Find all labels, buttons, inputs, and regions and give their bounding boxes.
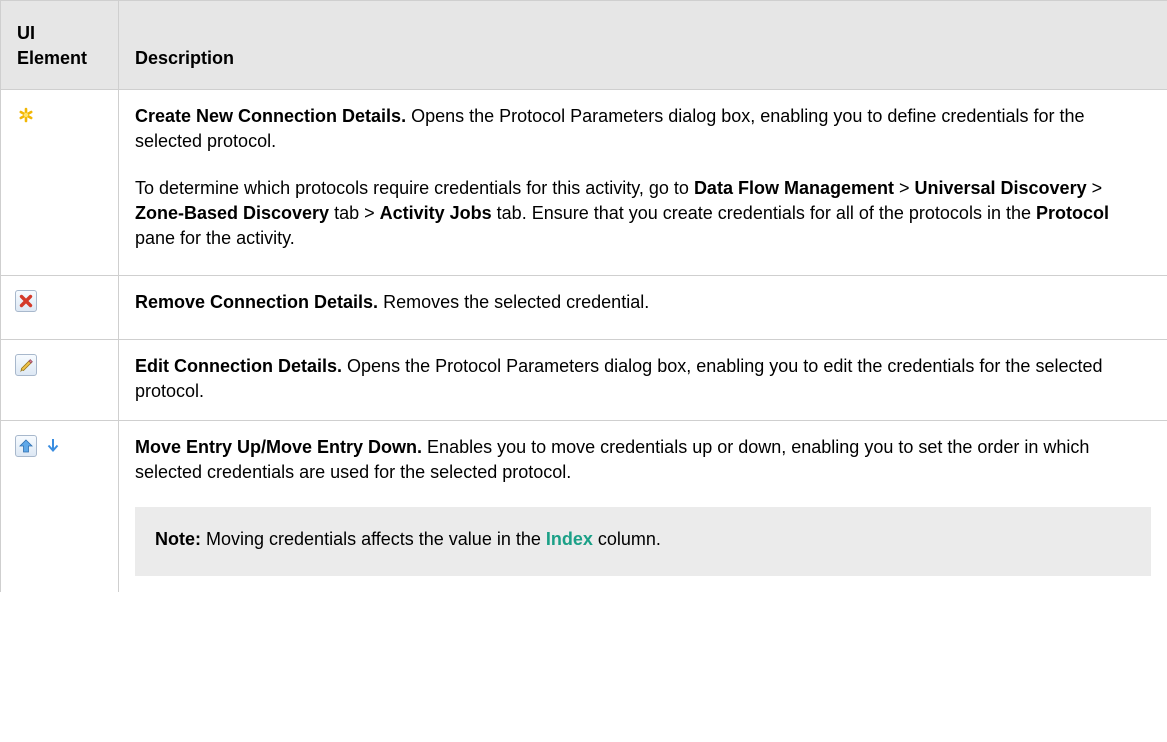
description-cell: Move Entry Up/Move Entry Down. Enables y… (118, 420, 1167, 592)
note-label: Note: (155, 529, 201, 549)
note-text: column. (592, 529, 661, 549)
icon-cell (0, 420, 119, 592)
bold-span: Activity Jobs (379, 203, 492, 223)
table-row: Create New Connection Details. Opens the… (0, 89, 1167, 276)
bold-span: Zone-Based Discovery (135, 203, 330, 223)
note-text: Moving credentials affects the value in … (201, 529, 546, 549)
text-span: pane for the activity. (135, 228, 295, 248)
table-row: Remove Connection Details. Removes the s… (0, 275, 1167, 340)
row-paragraph: Move Entry Up/Move Entry Down. Enables y… (135, 435, 1151, 485)
row-text: Removes the selected credential. (378, 292, 650, 312)
text-span: > (1086, 178, 1103, 198)
icon-cell (0, 89, 119, 276)
bold-span: Protocol (1035, 203, 1109, 223)
header-ui-element: UI Element (0, 0, 119, 90)
bold-span: Universal Discovery (914, 178, 1087, 198)
remove-x-icon (15, 290, 37, 312)
text-span: tab. Ensure that you create credentials … (491, 203, 1036, 223)
row-paragraph-2: To determine which protocols require cre… (135, 176, 1151, 251)
description-cell: Remove Connection Details. Removes the s… (118, 275, 1167, 340)
arrow-down-icon (43, 435, 65, 457)
row-paragraph: Create New Connection Details. Opens the… (135, 104, 1151, 164)
row-title: Edit Connection Details. (135, 356, 343, 376)
row-paragraph: Edit Connection Details. Opens the Proto… (135, 354, 1151, 404)
asterisk-new-icon (15, 104, 37, 126)
text-span: To determine which protocols require cre… (135, 178, 694, 198)
text-span: > (893, 178, 915, 198)
header-description: Description (118, 0, 1167, 90)
row-title: Move Entry Up/Move Entry Down. (135, 437, 423, 457)
table-row: Move Entry Up/Move Entry Down. Enables y… (0, 420, 1167, 592)
description-cell: Edit Connection Details. Opens the Proto… (118, 339, 1167, 421)
table-header-row: UI Element Description (0, 0, 1167, 90)
row-title: Remove Connection Details. (135, 292, 379, 312)
icon-cell (0, 275, 119, 340)
bold-span: Data Flow Management (693, 178, 894, 198)
index-link[interactable]: Index (546, 529, 593, 549)
pencil-edit-icon (15, 354, 37, 376)
text-span: tab > (329, 203, 380, 223)
row-title: Create New Connection Details. (135, 106, 407, 126)
icon-cell (0, 339, 119, 421)
note-box: Note: Moving credentials affects the val… (135, 507, 1151, 576)
row-paragraph: Remove Connection Details. Removes the s… (135, 290, 1151, 315)
description-cell: Create New Connection Details. Opens the… (118, 89, 1167, 276)
arrow-up-icon (15, 435, 37, 457)
ui-element-table: UI Element Description Create New Connec… (0, 0, 1167, 592)
table-row: Edit Connection Details. Opens the Proto… (0, 339, 1167, 421)
